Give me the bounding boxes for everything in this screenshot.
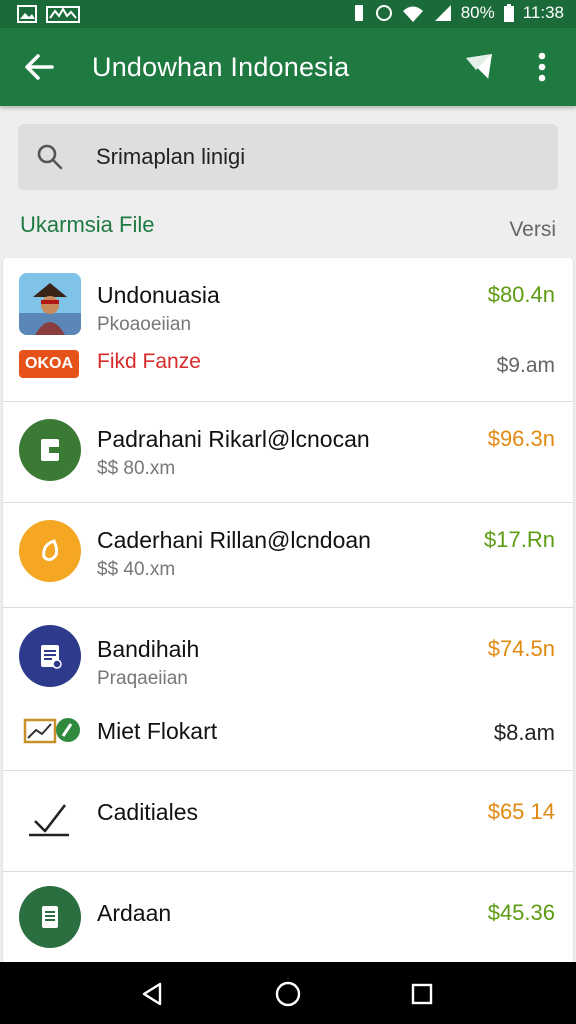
nav-home-icon[interactable] [274,980,302,1008]
item-name: Bandihaih [97,636,200,662]
checkmark-icon [29,804,69,837]
item-extra-amount: $8.am [493,720,555,745]
item-amount: $96.3n [487,426,555,451]
chart-badge-icon [23,718,80,744]
item-subtitle: Pkoaoeiian [97,314,192,335]
item-name: Ardaan [97,900,172,926]
more-vert-icon[interactable] [530,50,554,84]
item-subtitle: Praqaeiian [97,668,188,689]
item-name: Padrahani Rikarl@lcnocan [97,426,370,452]
list-item[interactable]: Ardaan $45.36 [3,872,573,964]
gallery-notification-icon [17,5,37,23]
battery-icon [503,4,514,22]
activity-notification-icon [46,6,80,23]
item-extra-label: Miet Flokart [97,718,218,744]
data-saver-icon [375,5,392,21]
item-amount: $80.4n [487,282,555,307]
vibrate-icon [354,5,363,21]
item-name: Caditiales [97,799,198,825]
item-amount: $45.36 [487,900,555,925]
brand-badge: OKOA [19,350,79,378]
item-amount: $74.5n [487,636,555,661]
wallet-icon [19,419,81,481]
item-name: Undonuasia [97,282,220,308]
signal-icon [434,5,451,21]
item-amount: $17.Rn [484,527,555,552]
section-title: Ukarmsia File [20,212,155,237]
search-icon [37,144,63,170]
section-right-label: Versi [509,218,556,241]
list-item[interactable]: Caderhani Rillan@lcndoan $$ 40.xm $17.Rn [3,503,573,607]
item-extra-label: Fikd Fanze [97,350,201,373]
app-thumbnail [19,273,81,335]
list-item[interactable]: Undonuasia Pkoaoeiian $80.4n OKOA Fikd F… [3,258,573,401]
page-title: Undowhan Indonesia [92,52,350,82]
clock: 11:38 [522,3,564,22]
item-extra-amount: $9.am [496,354,555,377]
document-icon [19,625,81,687]
app-bar: Undowhan Indonesia [0,28,576,106]
person-photo-icon [19,273,81,335]
status-bar: 80% 11:38 [0,0,576,28]
list-item[interactable]: Caditiales $65 14 [3,771,573,871]
battery-percent: 80% [460,3,495,22]
item-subtitle: $$ 40.xm [97,559,176,580]
item-amount: $65 14 [487,799,555,824]
nav-back-icon[interactable] [138,980,166,1008]
back-arrow-icon[interactable] [22,50,56,84]
system-nav-bar [0,962,576,1024]
list-item[interactable]: Padrahani Rikarl@lcnocan $$ 80.xm $96.3n [3,402,573,502]
receipt-icon [19,886,81,948]
search-input[interactable]: Srimaplan linigi [96,144,245,170]
nav-recents-icon[interactable] [408,980,436,1008]
list-item[interactable]: Bandihaih Praqaeiian $74.5n Miet Flokart… [3,608,573,770]
coin-icon [19,520,81,582]
search-bar[interactable]: Srimaplan linigi [18,124,558,190]
item-name: Caderhani Rillan@lcndoan [97,527,371,553]
item-subtitle: $$ 80.xm [97,458,176,479]
send-icon[interactable] [462,50,496,84]
wifi-icon [402,6,423,22]
item-list: Undonuasia Pkoaoeiian $80.4n OKOA Fikd F… [3,258,573,964]
